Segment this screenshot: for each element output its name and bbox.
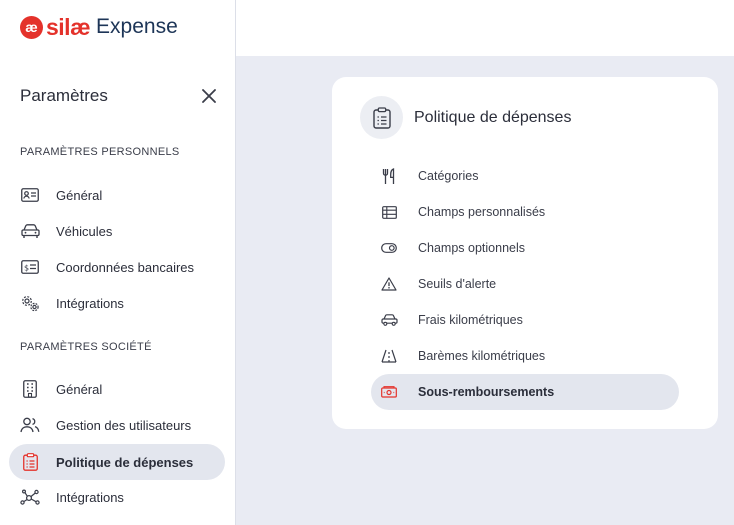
sidebar-item-label: Véhicules bbox=[56, 223, 113, 239]
toggle-icon bbox=[380, 239, 398, 257]
section-label-company: PARAMÈTRES SOCIÉTÉ bbox=[20, 341, 152, 353]
sidebar-item-label: Politique de dépenses bbox=[56, 454, 194, 470]
top-bar bbox=[236, 0, 734, 56]
users-icon bbox=[20, 415, 40, 435]
clipboard-icon bbox=[360, 96, 403, 139]
road-icon bbox=[380, 347, 398, 365]
menu-item-sub-reimbursements[interactable]: Sous-remboursements bbox=[371, 374, 679, 410]
logo-brand: silæ bbox=[46, 13, 91, 40]
expense-policy-card: Politique de dépenses Catégories Champs … bbox=[332, 77, 718, 429]
sidebar-header: Paramètres bbox=[20, 84, 218, 108]
sidebar: æ silæ Expense Paramètres PARAMÈTRES PER… bbox=[0, 0, 236, 525]
menu-item-label: Champs optionnels bbox=[418, 241, 526, 255]
clipboard-icon bbox=[20, 452, 40, 472]
section-label-personal: PARAMÈTRES PERSONNELS bbox=[20, 146, 180, 158]
svg-text:$: $ bbox=[24, 264, 29, 273]
menu-item-mileage-expenses[interactable]: Frais kilométriques bbox=[371, 302, 679, 338]
close-icon bbox=[202, 89, 216, 103]
sidebar-item-label: Coordonnées bancaires bbox=[56, 259, 195, 275]
warning-icon bbox=[380, 275, 398, 293]
car-icon bbox=[380, 311, 398, 329]
sidebar-item-user-management[interactable]: Gestion des utilisateurs bbox=[9, 407, 225, 443]
network-icon bbox=[20, 487, 40, 507]
sidebar-item-general-personal[interactable]: Général bbox=[9, 177, 225, 213]
car-icon bbox=[20, 221, 40, 241]
close-button[interactable] bbox=[200, 87, 218, 105]
menu-item-custom-fields[interactable]: Champs personnalisés bbox=[371, 194, 679, 230]
logo-product: Expense bbox=[96, 15, 178, 38]
sidebar-item-label: Général bbox=[56, 187, 103, 203]
fork-knife-icon bbox=[380, 167, 398, 185]
menu-item-label: Sous-remboursements bbox=[418, 385, 555, 399]
bank-card-icon: $ bbox=[20, 257, 40, 277]
app-logo[interactable]: æ silæ Expense bbox=[20, 14, 178, 40]
menu-item-optional-fields[interactable]: Champs optionnels bbox=[371, 230, 679, 266]
sidebar-item-label: Intégrations bbox=[56, 295, 124, 311]
building-icon bbox=[20, 379, 40, 399]
sidebar-item-bank-details[interactable]: $ Coordonnées bancaires bbox=[9, 249, 225, 285]
sidebar-item-expense-policy[interactable]: Politique de dépenses bbox=[9, 444, 225, 480]
sidebar-item-vehicles[interactable]: Véhicules bbox=[9, 213, 225, 249]
table-icon bbox=[380, 203, 398, 221]
id-card-icon bbox=[20, 185, 40, 205]
sidebar-title: Paramètres bbox=[20, 86, 108, 105]
gears-icon bbox=[20, 293, 40, 313]
card-header: Politique de dépenses bbox=[360, 96, 571, 139]
sidebar-item-label: Intégrations bbox=[56, 489, 124, 505]
menu-item-label: Champs personnalisés bbox=[418, 205, 546, 219]
menu-item-alert-thresholds[interactable]: Seuils d'alerte bbox=[371, 266, 679, 302]
menu-item-label: Frais kilométriques bbox=[418, 313, 523, 327]
sidebar-item-general-company[interactable]: Général bbox=[9, 371, 225, 407]
logo-mark: æ bbox=[20, 15, 43, 39]
menu-item-label: Catégories bbox=[418, 169, 479, 183]
sidebar-item-label: Général bbox=[56, 381, 103, 397]
sidebar-item-label: Gestion des utilisateurs bbox=[56, 417, 192, 433]
sidebar-item-integrations-company[interactable]: Intégrations bbox=[9, 479, 225, 515]
menu-item-categories[interactable]: Catégories bbox=[371, 158, 679, 194]
card-title: Politique de dépenses bbox=[414, 108, 572, 126]
menu-item-label: Barèmes kilométriques bbox=[418, 349, 546, 363]
sidebar-item-integrations-personal[interactable]: Intégrations bbox=[9, 285, 225, 321]
menu-item-label: Seuils d'alerte bbox=[418, 277, 497, 291]
money-icon bbox=[380, 383, 398, 401]
menu-item-mileage-scales[interactable]: Barèmes kilométriques bbox=[371, 338, 679, 374]
